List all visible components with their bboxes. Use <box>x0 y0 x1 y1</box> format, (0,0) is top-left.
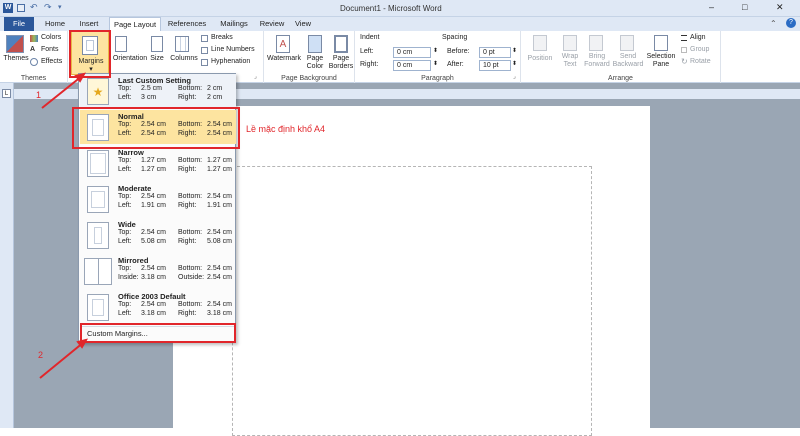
arrow-to-margins <box>41 75 83 109</box>
annotation-arrows <box>39 72 89 379</box>
arrow-to-custom-margins <box>39 341 85 379</box>
